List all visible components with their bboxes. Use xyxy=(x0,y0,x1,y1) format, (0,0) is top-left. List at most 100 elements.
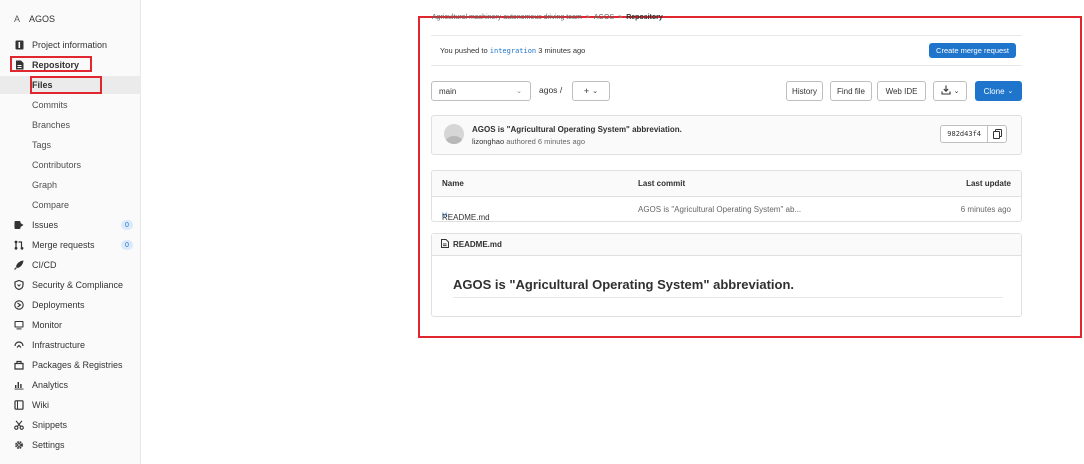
file-commit-message[interactable]: AGOS is "Agricultural Operating System" … xyxy=(638,205,801,214)
download-icon xyxy=(941,85,951,97)
merge-request-icon xyxy=(14,240,24,250)
scissors-icon xyxy=(14,420,24,430)
create-merge-request-button[interactable]: Create merge request xyxy=(929,43,1016,58)
push-prefix: You pushed to xyxy=(440,46,488,55)
history-button[interactable]: History xyxy=(786,81,823,101)
readme-filename[interactable]: README.md xyxy=(453,240,502,249)
sidebar-item-label: Packages & Registries xyxy=(32,360,123,370)
sidebar-item-label: Graph xyxy=(32,180,58,190)
repository-path: agos / xyxy=(539,85,562,95)
sidebar-item-label: Wiki xyxy=(32,400,49,410)
sidebar-item-packages-registries[interactable]: Packages & Registries xyxy=(0,356,141,374)
sidebar-item-files[interactable]: Files xyxy=(0,76,141,94)
file-name: README.md xyxy=(442,213,490,222)
commit-authored-time: authored 6 minutes ago xyxy=(506,137,586,146)
sidebar-item-monitor[interactable]: Monitor xyxy=(0,316,141,334)
sidebar-item-repository[interactable]: Repository xyxy=(0,56,141,74)
sidebar-item-label: Commits xyxy=(32,100,68,110)
sidebar-item-label: Repository xyxy=(32,60,80,70)
readme-heading: AGOS is "Agricultural Operating System" … xyxy=(453,277,795,292)
repository-toolbar: main ⌄ agos / + ⌄ History Find file Web … xyxy=(431,80,1022,102)
push-notice-bar: You pushed to integration 3 minutes ago … xyxy=(431,35,1022,66)
sidebar-item-tags[interactable]: Tags xyxy=(0,136,141,154)
push-notice-text: You pushed to integration 3 minutes ago xyxy=(440,46,585,55)
avatar[interactable] xyxy=(444,124,464,144)
chart-icon xyxy=(14,380,24,390)
chevron-down-icon: ⌄ xyxy=(1007,88,1014,95)
commit-sha[interactable]: 982d43f4 xyxy=(941,126,988,142)
breadcrumb-separator: > xyxy=(618,14,623,21)
find-file-button[interactable]: Find file xyxy=(830,81,872,101)
sidebar-item-ci-cd[interactable]: CI/CD xyxy=(0,256,141,274)
column-header-last-update: Last update xyxy=(966,179,1011,188)
sidebar-item-branches[interactable]: Branches xyxy=(0,116,141,134)
breadcrumb-project[interactable]: AGOS xyxy=(594,14,614,21)
branch-select[interactable]: main ⌄ xyxy=(431,81,531,101)
sidebar-item-label: CI/CD xyxy=(32,260,57,270)
path-separator: / xyxy=(559,85,563,95)
clone-label: Clone xyxy=(983,86,1005,96)
sidebar-item-label: Settings xyxy=(32,440,65,450)
sidebar-item-merge-requests[interactable]: Merge requests 0 xyxy=(0,236,141,254)
sidebar-item-commits[interactable]: Commits xyxy=(0,96,141,114)
branch-select-value: main xyxy=(439,86,457,96)
sidebar-item-deployments[interactable]: Deployments xyxy=(0,296,141,314)
commit-sha-group: 982d43f4 xyxy=(940,125,1007,143)
column-header-name: Name xyxy=(442,179,464,188)
readme-header: README.md xyxy=(432,234,1021,256)
sidebar-item-security-compliance[interactable]: Security & Compliance xyxy=(0,276,141,294)
table-row[interactable]: M↓ README.md AGOS is "Agricultural Operat… xyxy=(432,197,1021,222)
project-header[interactable]: A AGOS xyxy=(11,12,55,26)
sidebar-item-settings[interactable]: Settings xyxy=(0,436,141,454)
sidebar-item-wiki[interactable]: Wiki xyxy=(0,396,141,414)
chevron-down-icon: ⌄ xyxy=(516,88,522,95)
readme-divider xyxy=(453,297,1003,298)
sidebar-item-label: Merge requests xyxy=(32,240,95,250)
path-root-link[interactable]: agos xyxy=(539,85,557,95)
column-header-last-commit: Last commit xyxy=(638,179,686,188)
sidebar-item-contributors[interactable]: Contributors xyxy=(0,156,141,174)
rocket-icon xyxy=(14,260,24,270)
sidebar-item-label: Project information xyxy=(32,40,108,50)
pushed-branch-link[interactable]: integration xyxy=(490,47,536,55)
sidebar-item-label: Branches xyxy=(32,120,71,130)
book-icon xyxy=(14,400,24,410)
breadcrumb-group[interactable]: Agricultural machinery autonomous drivin… xyxy=(432,14,582,21)
file-icon xyxy=(441,239,449,250)
shield-icon xyxy=(14,280,24,290)
breadcrumb-separator: > xyxy=(585,14,590,21)
sidebar: A AGOS Project information Repository Fi… xyxy=(0,0,141,464)
gear-icon xyxy=(14,440,24,450)
push-time: 3 minutes ago xyxy=(538,46,586,55)
sidebar-item-label: Compare xyxy=(32,200,70,210)
sidebar-item-label: Deployments xyxy=(32,300,85,310)
file-icon xyxy=(14,60,24,70)
sidebar-item-analytics[interactable]: Analytics xyxy=(0,376,141,394)
issues-icon xyxy=(14,220,24,230)
commit-meta: lizonghao authored 6 minutes ago xyxy=(472,137,585,146)
commit-title[interactable]: AGOS is "Agricultural Operating System" … xyxy=(472,125,682,134)
web-ide-button[interactable]: Web IDE xyxy=(877,81,926,101)
sidebar-item-project-information[interactable]: Project information xyxy=(0,36,141,54)
file-tree-table: Name Last commit Last update M↓ README.md… xyxy=(431,170,1022,222)
last-commit-panel: AGOS is "Agricultural Operating System" … xyxy=(431,115,1022,155)
sidebar-item-issues[interactable]: Issues 0 xyxy=(0,216,141,234)
sidebar-item-compare[interactable]: Compare xyxy=(0,196,141,214)
commit-author[interactable]: lizonghao xyxy=(472,137,504,146)
breadcrumb-current[interactable]: Repository xyxy=(626,14,663,21)
clone-button[interactable]: Clone ⌄ xyxy=(975,81,1022,101)
chevron-down-icon: ⌄ xyxy=(953,88,960,95)
download-button[interactable]: ⌄ xyxy=(933,81,967,101)
plus-icon: + xyxy=(583,86,590,96)
sidebar-item-snippets[interactable]: Snippets xyxy=(0,416,141,434)
sidebar-item-label: Snippets xyxy=(32,420,68,430)
add-to-tree-button[interactable]: + ⌄ xyxy=(572,81,610,101)
table-header: Name Last commit Last update xyxy=(432,171,1021,197)
sidebar-item-infrastructure[interactable]: Infrastructure xyxy=(0,336,141,354)
sidebar-item-graph[interactable]: Graph xyxy=(0,176,141,194)
monitor-icon xyxy=(14,320,24,330)
sidebar-item-label: Analytics xyxy=(32,380,69,390)
info-icon xyxy=(14,40,24,50)
sidebar-item-label: Monitor xyxy=(32,320,63,330)
copy-icon[interactable] xyxy=(988,126,1006,142)
